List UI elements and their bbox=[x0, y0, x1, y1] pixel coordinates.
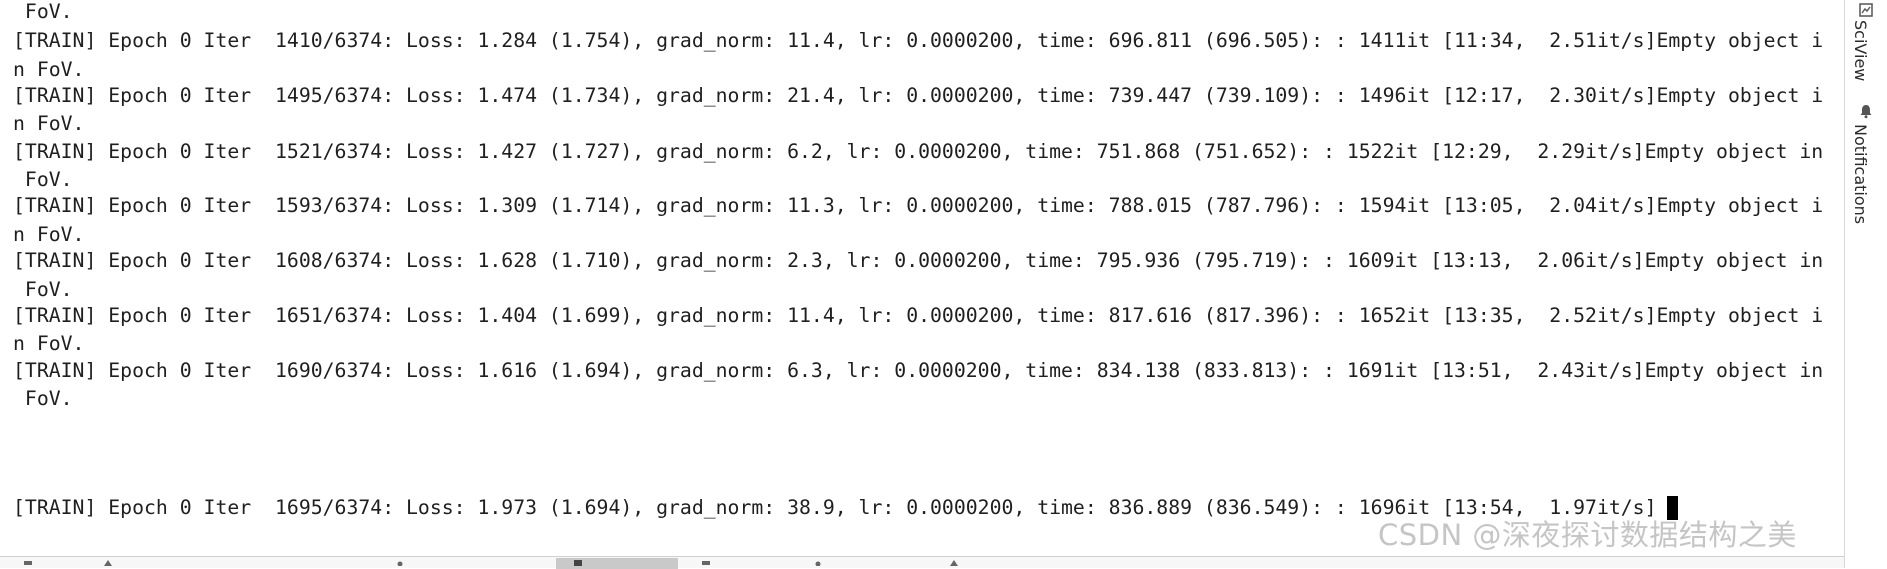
bell-icon[interactable] bbox=[1858, 103, 1874, 119]
notifications-tab[interactable]: Notifications bbox=[1851, 124, 1870, 224]
console-line: n FoV. bbox=[13, 332, 85, 355]
console-line: [TRAIN] Epoch 0 Iter 1690/6374: Loss: 1.… bbox=[13, 359, 1824, 382]
terminal-icon bbox=[574, 560, 582, 566]
console-line: [TRAIN] Epoch 0 Iter 1521/6374: Loss: 1.… bbox=[13, 140, 1824, 163]
watermark: CSDN @深夜探讨数据结构之美 bbox=[1378, 518, 1797, 552]
sciview-tab[interactable]: SciView bbox=[1851, 20, 1870, 81]
tool-window-icon[interactable] bbox=[814, 560, 822, 566]
console-line: FoV. bbox=[13, 387, 73, 410]
console-line: FoV. bbox=[13, 0, 73, 23]
console-line: [TRAIN] Epoch 0 Iter 1593/6374: Loss: 1.… bbox=[13, 194, 1824, 217]
active-tool-tab[interactable] bbox=[556, 558, 678, 569]
console-line: [TRAIN] Epoch 0 Iter 1495/6374: Loss: 1.… bbox=[13, 84, 1824, 107]
right-tool-strip: SciView Notifications bbox=[1844, 0, 1887, 568]
console-line: n FoV. bbox=[13, 58, 85, 81]
bottom-tool-bar bbox=[0, 556, 1844, 569]
tool-window-icon[interactable] bbox=[24, 560, 32, 566]
tool-window-icon[interactable] bbox=[702, 560, 710, 566]
tool-window-icon[interactable] bbox=[950, 560, 958, 566]
sciview-icon[interactable] bbox=[1858, 2, 1874, 18]
console-line: [TRAIN] Epoch 0 Iter 1410/6374: Loss: 1.… bbox=[13, 29, 1824, 52]
console-line: [TRAIN] Epoch 0 Iter 1651/6374: Loss: 1.… bbox=[13, 304, 1824, 327]
console-line: FoV. bbox=[13, 278, 73, 301]
console-line: n FoV. bbox=[13, 223, 85, 246]
console-line: [TRAIN] Epoch 0 Iter 1608/6374: Loss: 1.… bbox=[13, 249, 1824, 272]
tool-window-icon[interactable] bbox=[396, 560, 404, 566]
console-line: n FoV. bbox=[13, 112, 85, 135]
console-line: FoV. bbox=[13, 168, 73, 191]
tool-window-icon[interactable] bbox=[104, 560, 112, 566]
console-output[interactable]: FoV. [TRAIN] Epoch 0 Iter 1410/6374: Los… bbox=[0, 0, 1844, 556]
